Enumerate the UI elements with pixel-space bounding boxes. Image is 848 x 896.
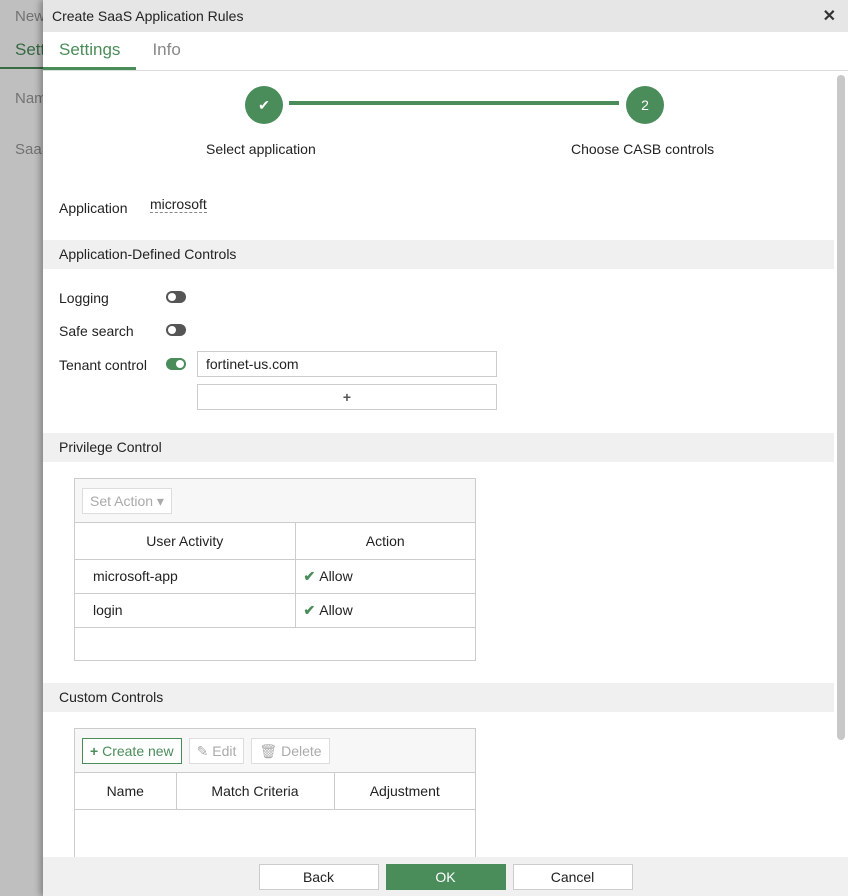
col-match-criteria[interactable]: Match Criteria	[176, 773, 335, 810]
cancel-button[interactable]: Cancel	[512, 863, 633, 890]
safe-search-label: Safe search	[59, 323, 134, 339]
ok-button[interactable]: OK	[385, 863, 506, 890]
col-user-activity[interactable]: User Activity	[75, 523, 296, 560]
back-button[interactable]: Back	[258, 863, 379, 890]
step-1-check-icon: ✔	[245, 86, 283, 124]
step-2-label: Choose CASB controls	[571, 141, 715, 157]
logging-toggle[interactable]	[166, 291, 186, 303]
add-tenant-button[interactable]: +	[197, 384, 497, 410]
tab-settings[interactable]: Settings	[43, 32, 137, 70]
close-icon[interactable]: ✕	[823, 6, 836, 26]
custom-controls-table: + Create new ✎ Edit 🗑 Delete Name Match C…	[74, 728, 476, 857]
set-action-button[interactable]: Set Action ▾	[82, 487, 172, 514]
col-action[interactable]: Action	[295, 523, 475, 560]
delete-button[interactable]: 🗑 Delete	[251, 737, 330, 764]
activity-cell: login	[75, 593, 296, 628]
trash-icon: 🗑	[259, 742, 278, 759]
tenant-control-label: Tenant control	[59, 357, 147, 373]
dialog-title: Create SaaS Application Rules	[52, 8, 244, 24]
step-2-indicator: 2	[626, 86, 664, 124]
activity-cell: microsoft-app	[75, 559, 296, 594]
check-icon: ✔	[303, 567, 316, 584]
delete-label: Delete	[281, 742, 322, 759]
step-progress-line	[289, 101, 619, 105]
scrollbar[interactable]	[837, 75, 845, 740]
action-cell: Allow	[319, 601, 353, 618]
table-row[interactable]: login ✔ Allow	[75, 593, 475, 628]
tenant-control-toggle[interactable]	[166, 358, 186, 370]
table-row[interactable]: microsoft-app ✔ Allow	[75, 559, 475, 594]
create-new-button[interactable]: + Create new	[82, 737, 182, 764]
plus-icon: +	[90, 742, 99, 759]
tab-info[interactable]: Info	[136, 32, 196, 70]
edit-button[interactable]: ✎ Edit	[188, 737, 245, 764]
check-icon: ✔	[303, 601, 316, 618]
edit-label: Edit	[212, 742, 237, 759]
col-name[interactable]: Name	[75, 773, 177, 810]
logging-label: Logging	[59, 290, 109, 306]
action-cell: Allow	[319, 567, 353, 584]
privilege-table: Set Action ▾ User Activity Action microso…	[74, 478, 476, 661]
pencil-icon: ✎	[196, 742, 209, 759]
col-adjustment[interactable]: Adjustment	[334, 773, 475, 810]
application-value[interactable]: microsoft	[150, 196, 207, 213]
section-privilege-control: Privilege Control	[43, 433, 834, 462]
section-app-controls: Application-Defined Controls	[43, 240, 834, 269]
section-custom-controls: Custom Controls	[43, 683, 834, 712]
create-new-label: Create new	[102, 742, 174, 759]
step-1-label: Select application	[206, 141, 316, 157]
tenant-input[interactable]: fortinet-us.com	[197, 351, 497, 377]
safe-search-toggle[interactable]	[166, 324, 186, 336]
application-label: Application	[59, 200, 128, 216]
create-saas-rules-dialog: Create SaaS Application Rules ✕ Settings…	[43, 0, 848, 896]
